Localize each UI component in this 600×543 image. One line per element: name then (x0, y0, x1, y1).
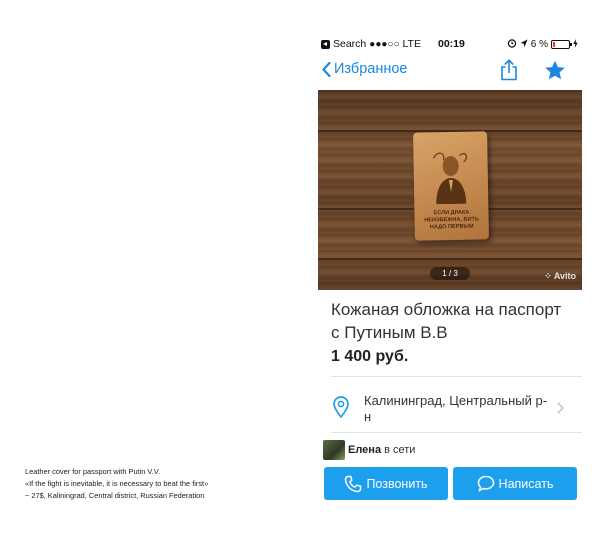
battery-icon (551, 40, 572, 49)
caption-line-3: ~ 27$, Kaliningrad, Central district, Ru… (25, 491, 205, 500)
location-arrow-icon (520, 39, 528, 51)
write-message-button[interactable]: Написать (453, 467, 577, 500)
chevron-left-icon (322, 61, 331, 77)
seller-row[interactable]: Елена в сети (323, 440, 415, 460)
avito-logo-icon: ⁘ (544, 271, 552, 281)
status-bar: Search ●●●○○ LTE 00:19 6 % (318, 33, 582, 55)
listing-price: 1 400 руб. (331, 348, 409, 365)
seller-avatar (323, 440, 345, 460)
caption-line-2: «If the fight is inevitable, it is neces… (25, 479, 209, 488)
network-type: LTE (402, 38, 421, 50)
back-button-label: Избранное (334, 61, 408, 77)
watermark-text: Avito (553, 271, 576, 281)
chevron-right-icon (557, 401, 565, 419)
phone-screen: Search ●●●○○ LTE 00:19 6 % Избранное ЕСЛ… (318, 33, 582, 511)
signal-strength: ●●●○○ (369, 38, 400, 50)
back-button[interactable]: Избранное (322, 61, 407, 77)
call-button[interactable]: Позвонить (324, 467, 448, 500)
favorite-button[interactable] (544, 60, 566, 86)
status-app-name[interactable]: Search (333, 38, 366, 50)
portrait-engraving (432, 152, 468, 205)
battery-percent: 6 % (530, 39, 548, 50)
location-text: Калининград, Центральный р-н (364, 393, 548, 424)
divider (331, 376, 582, 377)
back-to-app-icon[interactable] (321, 39, 330, 49)
seller-name: Елена (348, 444, 382, 456)
avito-watermark: ⁘ Avito (544, 271, 576, 282)
share-icon (501, 59, 517, 81)
wood-seam (318, 258, 582, 260)
write-button-label: Написать (498, 476, 554, 491)
caption: Leather cover for passport with Putin V.… (25, 466, 295, 502)
passport-cover: ЕСЛИ ДРАКА НЕИЗБЕЖНА, БИТЬ НАДО ПЕРВЫМ (413, 131, 489, 241)
alarm-icon (507, 38, 517, 51)
status-time: 00:19 (438, 38, 465, 50)
charging-icon (573, 38, 578, 51)
star-icon (545, 60, 565, 80)
share-button[interactable] (499, 59, 519, 86)
product-photo[interactable]: ЕСЛИ ДРАКА НЕИЗБЕЖНА, БИТЬ НАДО ПЕРВЫМ 1… (318, 90, 582, 290)
map-pin-icon (332, 396, 350, 423)
seller-online-status: в сети (384, 444, 416, 456)
location-row[interactable]: Калининград, Центральный р-н (318, 385, 582, 431)
chat-bubble-icon (477, 475, 494, 492)
caption-line-1: Leather cover for passport with Putin V.… (25, 467, 161, 476)
cover-engraved-text: ЕСЛИ ДРАКА НЕИЗБЕЖНА, БИТЬ НАДО ПЕРВЫМ (424, 209, 480, 231)
phone-icon (345, 475, 362, 492)
divider (331, 432, 582, 433)
listing-title: Кожаная обложка на паспорт с Путиным В.В (331, 300, 562, 342)
photo-counter: 1 / 3 (430, 267, 470, 280)
nav-bar: Избранное (318, 57, 582, 87)
call-button-label: Позвонить (366, 476, 428, 491)
